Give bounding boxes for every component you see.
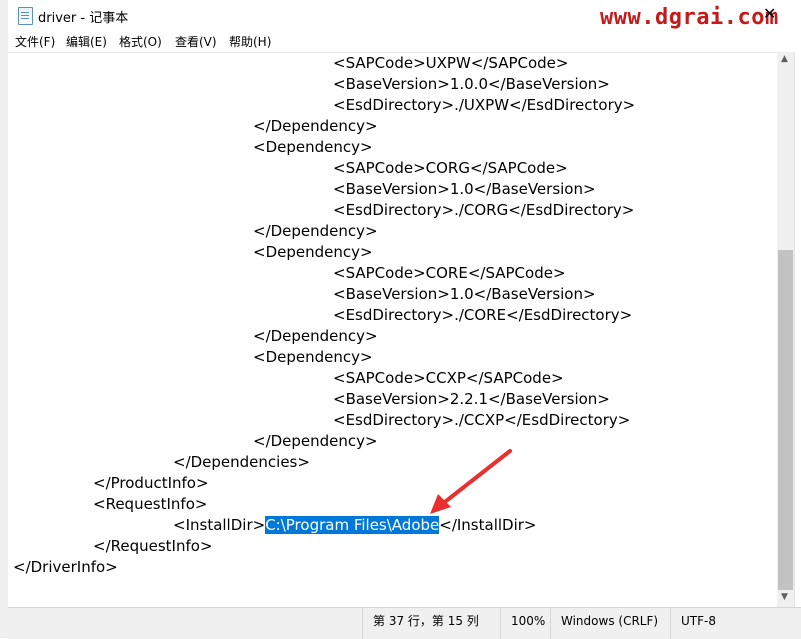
editor-line: <InstallDir>C:\Program Files\Adobe</Inst…	[173, 515, 536, 536]
vertical-scrollbar[interactable]: ▲ ▼	[777, 52, 794, 607]
line-text: <EsdDirectory>./CORE</EsdDirectory>	[333, 306, 633, 324]
menu-format[interactable]: 格式(O)	[119, 33, 162, 50]
line-text: <RequestInfo>	[93, 495, 208, 513]
encoding: UTF-8	[670, 608, 801, 639]
line-text: <InstallDir>	[173, 516, 266, 534]
line-text: <SAPCode>CORE</SAPCode>	[333, 264, 566, 282]
editor-line: <EsdDirectory>./CORG</EsdDirectory>	[333, 200, 634, 221]
line-text: </Dependency>	[253, 222, 378, 240]
editor-line: <SAPCode>CORE</SAPCode>	[333, 263, 566, 284]
line-text: </Dependencies>	[173, 453, 310, 471]
editor-line: <BaseVersion>2.2.1</BaseVersion>	[333, 389, 610, 410]
window-title: driver - 记事本	[38, 11, 129, 26]
line-text: <Dependency>	[253, 243, 373, 261]
editor-line: <BaseVersion>1.0.0</BaseVersion>	[333, 74, 610, 95]
editor-line: </Dependency>	[253, 116, 378, 137]
menu-help[interactable]: 帮助(H)	[229, 33, 271, 50]
line-text: <EsdDirectory>./CORG</EsdDirectory>	[333, 201, 635, 219]
editor-line: <SAPCode>CORG</SAPCode>	[333, 158, 568, 179]
editor-line: <Dependency>	[253, 137, 373, 158]
line-text: <Dependency>	[253, 138, 373, 156]
line-text: <Dependency>	[253, 348, 373, 366]
line-text: <EsdDirectory>./CCXP</EsdDirectory>	[333, 411, 631, 429]
editor-line: </ProductInfo>	[93, 473, 209, 494]
line-text: <BaseVersion>1.0.0</BaseVersion>	[333, 75, 610, 93]
title-bar[interactable]: driver - 记事本 www.dgrai.com ✕	[8, 0, 801, 30]
editor-line: <SAPCode>CCXP</SAPCode>	[333, 368, 564, 389]
editor-line: </Dependency>	[253, 221, 378, 242]
editor-line: <EsdDirectory>./CORE</EsdDirectory>	[333, 305, 632, 326]
editor-line: <EsdDirectory>./CCXP</EsdDirectory>	[333, 410, 630, 431]
editor-line: <Dependency>	[253, 242, 373, 263]
cursor-position: 第 37 行，第 15 列	[362, 608, 500, 639]
line-text: </RequestInfo>	[93, 537, 213, 555]
menu-bar: 文件(F) 编辑(E) 格式(O) 查看(V) 帮助(H)	[8, 30, 801, 52]
line-text: </Dependency>	[253, 432, 378, 450]
selected-text[interactable]: C:\Program Files\Adobe	[265, 516, 440, 534]
line-text: </DriverInfo>	[13, 558, 118, 576]
line-text: <BaseVersion>1.0</BaseVersion>	[333, 180, 596, 198]
line-text: <SAPCode>UXPW</SAPCode>	[333, 54, 569, 72]
line-text: <SAPCode>CCXP</SAPCode>	[333, 369, 564, 387]
window-right-edge	[794, 52, 801, 638]
menu-file[interactable]: 文件(F)	[15, 33, 55, 50]
scroll-up-icon[interactable]: ▲	[781, 54, 788, 64]
line-text-after-selection: </InstallDir>	[439, 516, 537, 534]
line-text: </Dependency>	[253, 327, 378, 345]
editor-line: <EsdDirectory>./UXPW</EsdDirectory>	[333, 95, 635, 116]
editor-line: <SAPCode>UXPW</SAPCode>	[333, 53, 568, 74]
line-text: <SAPCode>CORG</SAPCode>	[333, 159, 568, 177]
editor-line: <RequestInfo>	[93, 494, 207, 515]
editor-line: </Dependency>	[253, 326, 378, 347]
line-ending: Windows (CRLF)	[550, 608, 670, 639]
editor-line: </Dependency>	[253, 431, 378, 452]
zoom-level: 100%	[500, 608, 550, 639]
text-editor[interactable]: <SAPCode>UXPW</SAPCode> <BaseVersion>1.0.…	[8, 52, 777, 608]
editor-line: <BaseVersion>1.0</BaseVersion>	[333, 179, 596, 200]
editor-line: </Dependencies>	[173, 452, 310, 473]
editor-line: </RequestInfo>	[93, 536, 213, 557]
scroll-down-icon[interactable]: ▼	[781, 592, 788, 602]
scrollbar-thumb[interactable]	[778, 250, 793, 590]
status-bar: 第 37 行，第 15 列 100% Windows (CRLF) UTF-8	[8, 607, 801, 639]
line-text: <BaseVersion>1.0</BaseVersion>	[333, 285, 596, 303]
close-icon[interactable]: ✕	[763, 4, 776, 23]
watermark-logo: www.dgrai.com	[600, 5, 779, 30]
line-text: </Dependency>	[253, 117, 378, 135]
line-text: <BaseVersion>2.2.1</BaseVersion>	[333, 390, 610, 408]
line-text: <EsdDirectory>./UXPW</EsdDirectory>	[333, 96, 636, 114]
menu-edit[interactable]: 编辑(E)	[66, 33, 107, 50]
notepad-icon	[18, 7, 33, 25]
editor-line: <Dependency>	[253, 347, 373, 368]
editor-line: <BaseVersion>1.0</BaseVersion>	[333, 284, 596, 305]
line-text: </ProductInfo>	[93, 474, 209, 492]
menu-view[interactable]: 查看(V)	[175, 33, 217, 50]
editor-line: </DriverInfo>	[13, 557, 118, 578]
